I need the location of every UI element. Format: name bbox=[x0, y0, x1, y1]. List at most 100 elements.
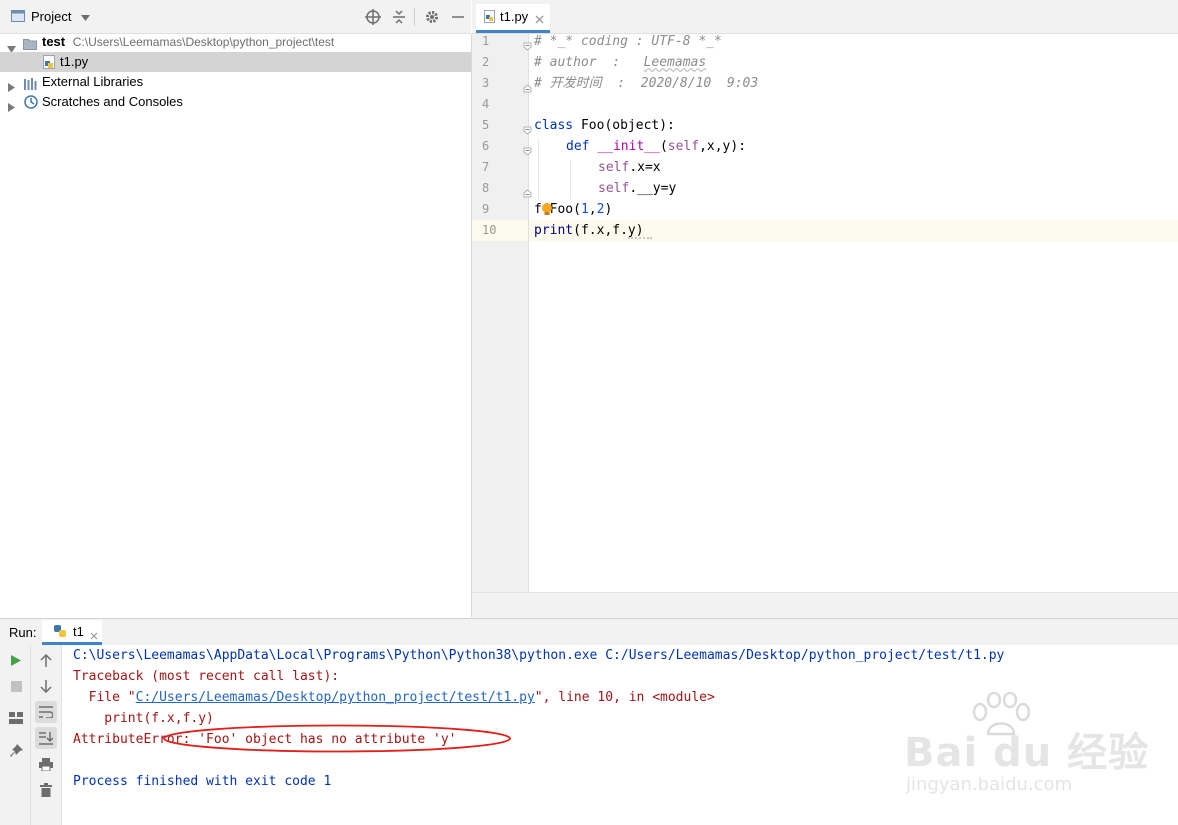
code-line-3: # 开发时间 : 2020/8/10 9:03 bbox=[534, 76, 759, 91]
chevron-down-icon bbox=[81, 8, 91, 26]
code-token: Leemamas bbox=[643, 55, 707, 70]
editor-tab-bar: t1.py bbox=[472, 0, 1178, 34]
code-token: .x=x bbox=[629, 160, 661, 175]
code-token: .__y=y bbox=[629, 181, 677, 196]
code-token: self bbox=[667, 139, 700, 154]
indent-guide bbox=[570, 160, 571, 199]
indent-guide bbox=[538, 139, 539, 199]
code-token: ( bbox=[659, 139, 668, 154]
editor-breadcrumb-bar bbox=[472, 592, 1178, 618]
baidu-watermark: Bai du 经验 jingyan.baidu.com bbox=[900, 690, 1170, 810]
console-file-line: File "C:/Users/Leemamas/Desktop/python_p… bbox=[73, 687, 715, 708]
gear-icon[interactable] bbox=[421, 6, 443, 28]
line-number: 3 bbox=[482, 76, 490, 90]
python-file-icon bbox=[484, 10, 496, 27]
code-token: self bbox=[598, 181, 630, 196]
project-view-selector[interactable]: Project bbox=[31, 8, 91, 26]
project-title: Project bbox=[31, 9, 72, 24]
tree-item-t1-py[interactable]: t1.py bbox=[0, 52, 471, 72]
code-token: , bbox=[588, 202, 597, 217]
project-panel-header: Project bbox=[0, 0, 471, 34]
bulb-icon[interactable] bbox=[541, 202, 553, 220]
editor-tab-t1-py[interactable]: t1.py bbox=[476, 4, 550, 33]
line-number: 5 bbox=[482, 118, 490, 132]
line-number: 6 bbox=[482, 139, 490, 153]
tree-item-label: t1.py bbox=[60, 54, 89, 69]
close-icon[interactable] bbox=[90, 628, 98, 643]
code-line-6: def __init__(self,x,y): bbox=[566, 136, 746, 157]
tree-item-path: C:\Users\Leemamas\Desktop\python_project… bbox=[72, 35, 335, 49]
code-line-1: # *_* coding : UTF-8 *_* bbox=[534, 34, 722, 49]
tree-item-scratches[interactable]: Scratches and Consoles bbox=[0, 92, 471, 112]
code-token: __init__ bbox=[597, 139, 660, 154]
annotation-circle bbox=[162, 723, 512, 754]
layout-icon[interactable] bbox=[5, 707, 27, 729]
line-number: 10 bbox=[482, 223, 497, 237]
tree-item-external-libraries[interactable]: External Libraries bbox=[0, 72, 471, 92]
stop-button[interactable] bbox=[5, 675, 27, 697]
run-panel-header: Run: t1 bbox=[0, 618, 1178, 646]
scroll-to-end-icon[interactable] bbox=[35, 727, 57, 749]
console-command-line: C:\Users\Leemamas\AppData\Local\Programs… bbox=[73, 648, 1005, 663]
line-number: 8 bbox=[482, 181, 490, 195]
chevron-right-icon[interactable] bbox=[8, 98, 15, 118]
editor-tab-label: t1.py bbox=[500, 9, 529, 24]
code-line-2: # author : Leemamas bbox=[534, 52, 706, 73]
code-token: # author : bbox=[534, 55, 644, 70]
line-number: 9 bbox=[482, 202, 490, 216]
code-token: 1 bbox=[580, 202, 589, 217]
soft-wrap-icon[interactable] bbox=[35, 701, 57, 723]
line-number: 1 bbox=[482, 34, 490, 48]
scratches-icon bbox=[24, 95, 38, 115]
run-toolbar-primary bbox=[0, 645, 31, 825]
console-text: File " bbox=[73, 690, 136, 705]
watermark-url: jingyan.baidu.com bbox=[906, 774, 1073, 795]
print-icon[interactable] bbox=[35, 753, 57, 775]
project-view-icon bbox=[11, 10, 25, 22]
code-line-5: class Foo(object): bbox=[534, 115, 675, 136]
code-token: print bbox=[534, 223, 574, 238]
fold-marker-icon[interactable] bbox=[523, 144, 532, 159]
locate-file-icon[interactable] bbox=[362, 6, 384, 28]
fold-marker-icon[interactable] bbox=[523, 39, 532, 54]
collapse-all-icon[interactable] bbox=[388, 6, 410, 28]
pin-icon[interactable] bbox=[5, 740, 27, 762]
run-label: Run: bbox=[9, 625, 37, 640]
console-finished-line: Process finished with exit code 1 bbox=[73, 774, 332, 789]
fold-marker-icon[interactable] bbox=[523, 81, 532, 96]
rerun-button[interactable] bbox=[5, 649, 27, 671]
arrow-up-icon[interactable] bbox=[35, 649, 57, 671]
console-file-link[interactable]: C:/Users/Leemamas/Desktop/python_project… bbox=[136, 690, 535, 705]
tree-item-label: test bbox=[42, 34, 66, 49]
code-token: Foo(object): bbox=[573, 118, 675, 133]
code-token: def bbox=[566, 139, 590, 154]
fold-marker-icon[interactable] bbox=[523, 186, 532, 201]
console-traceback-line: Traceback (most recent call last): bbox=[73, 669, 340, 684]
squiggle-underline bbox=[628, 235, 652, 239]
run-tab-label: t1 bbox=[73, 624, 84, 639]
divider bbox=[414, 8, 415, 26]
minimize-icon[interactable] bbox=[447, 6, 469, 28]
code-token: class bbox=[534, 118, 574, 133]
code-token: self bbox=[598, 160, 630, 175]
run-toolbar-secondary bbox=[31, 645, 62, 825]
line-number: 7 bbox=[482, 160, 490, 174]
tree-item-label: Scratches and Consoles bbox=[42, 94, 183, 109]
console-text: ", line 10, in <module> bbox=[534, 690, 715, 705]
python-icon bbox=[53, 624, 67, 641]
project-tree: test C:\Users\Leemamas\Desktop\python_pr… bbox=[0, 34, 472, 617]
watermark-brand: Bai du 经验 bbox=[904, 730, 1150, 776]
code-token: ,x,y): bbox=[699, 139, 747, 154]
fold-marker-icon[interactable] bbox=[523, 123, 532, 138]
line-number: 2 bbox=[482, 55, 490, 69]
line-number: 4 bbox=[482, 97, 490, 111]
tree-item-test[interactable]: test C:\Users\Leemamas\Desktop\python_pr… bbox=[0, 32, 471, 53]
close-icon[interactable] bbox=[535, 12, 544, 27]
arrow-down-icon[interactable] bbox=[35, 675, 57, 697]
tree-item-label: External Libraries bbox=[42, 74, 144, 89]
code-line-7: self.x=x bbox=[598, 157, 661, 178]
code-token: ) bbox=[604, 202, 613, 217]
run-tab-t1[interactable]: t1 bbox=[42, 620, 102, 645]
trash-icon[interactable] bbox=[35, 779, 57, 801]
code-line-8: self.__y=y bbox=[598, 178, 676, 199]
